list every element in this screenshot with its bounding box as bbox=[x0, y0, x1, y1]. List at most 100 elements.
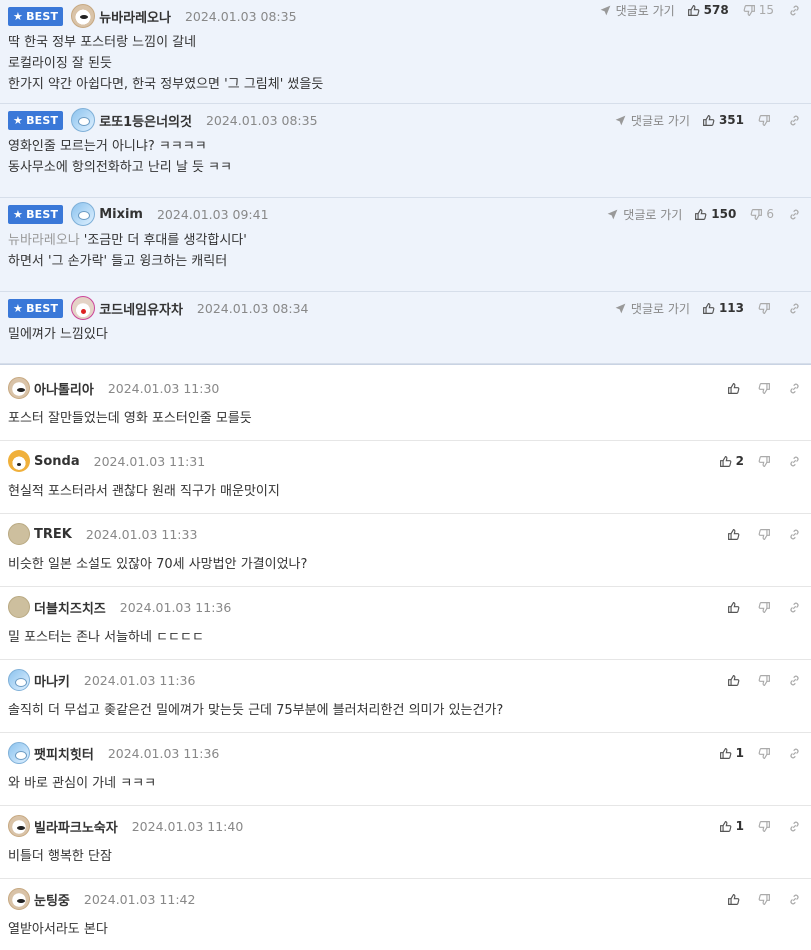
dislike-button[interactable] bbox=[758, 302, 774, 315]
send-arrow-icon bbox=[600, 5, 611, 15]
thumbs-down-icon bbox=[758, 893, 770, 905]
like-button[interactable] bbox=[727, 601, 744, 614]
nickname[interactable]: 눈팅중 bbox=[34, 890, 70, 909]
nickname[interactable]: 뉴바라레오나 bbox=[99, 7, 171, 26]
like-button[interactable]: 578 bbox=[687, 3, 729, 17]
comment-actions bbox=[727, 668, 801, 692]
like-count: 150 bbox=[711, 207, 737, 221]
comment-text: 영화인줄 모르는거 아니냐? ㅋㅋㅋㅋ bbox=[8, 139, 207, 154]
like-button[interactable] bbox=[727, 528, 744, 541]
copy-link-button[interactable] bbox=[788, 528, 801, 541]
avatar[interactable] bbox=[8, 742, 30, 764]
nickname[interactable]: 더블치즈치즈 bbox=[34, 598, 106, 617]
comment-header: TREK 2024.01.03 11:33 bbox=[8, 514, 803, 554]
dislike-button[interactable]: 6 bbox=[750, 207, 774, 221]
comment-text: 밀에껴가 느낌있다 bbox=[8, 327, 108, 342]
like-count: 2 bbox=[735, 454, 744, 468]
like-button[interactable]: 2 bbox=[719, 454, 744, 468]
timestamp: 2024.01.03 11:42 bbox=[83, 891, 196, 907]
mention-link[interactable]: 뉴바라레오나 bbox=[8, 233, 80, 248]
copy-link-button[interactable] bbox=[788, 114, 801, 127]
send-arrow-icon bbox=[615, 303, 626, 313]
goto-reply-link[interactable]: 댓글로 가기 bbox=[614, 300, 690, 317]
comment-actions bbox=[727, 376, 801, 400]
dislike-button[interactable] bbox=[758, 601, 774, 614]
goto-reply-label: 댓글로 가기 bbox=[623, 207, 683, 222]
avatar[interactable] bbox=[8, 669, 30, 691]
thumbs-up-icon bbox=[728, 674, 740, 686]
comment-text: 동사무소에 항의전화하고 난리 날 듯 ㅋㅋ bbox=[8, 160, 232, 175]
goto-reply-link[interactable]: 댓글로 가기 bbox=[614, 112, 690, 129]
avatar[interactable] bbox=[8, 377, 30, 399]
avatar[interactable] bbox=[8, 815, 30, 837]
avatar[interactable] bbox=[71, 4, 96, 28]
comment-header: 팻피치힛터 2024.01.03 11:36 bbox=[8, 733, 803, 773]
like-button[interactable]: 1 bbox=[719, 819, 744, 833]
comment-text: '조금만 더 후대를 생각합시다' bbox=[83, 233, 247, 248]
comment-body: 비슷한 일본 소설도 있잖아 70세 사망법안 가결이었나? bbox=[8, 554, 803, 583]
like-button[interactable]: 150 bbox=[694, 207, 736, 221]
comment-item: 팻피치힛터 2024.01.03 11:36 1 와 바로 관심이 가네 ㅋㅋㅋ bbox=[0, 733, 811, 806]
avatar[interactable] bbox=[71, 202, 96, 226]
copy-link-button[interactable] bbox=[788, 601, 801, 614]
like-button[interactable]: 1 bbox=[719, 746, 744, 760]
thumbs-down-icon bbox=[758, 601, 770, 613]
nickname[interactable]: 로또1등은너의것 bbox=[99, 111, 192, 130]
nickname[interactable]: 빌라파크노숙자 bbox=[34, 817, 118, 836]
comment-text: 솔직히 더 무섭고 좆같은건 밀에껴가 맞는듯 근데 75부분에 블러처리한건 … bbox=[8, 703, 504, 718]
timestamp: 2024.01.03 11:33 bbox=[85, 526, 198, 542]
copy-link-button[interactable] bbox=[788, 674, 801, 687]
thumbs-up-icon bbox=[719, 455, 732, 467]
copy-link-button[interactable] bbox=[788, 820, 801, 833]
like-button[interactable] bbox=[727, 382, 744, 395]
comment-body: 포스터 잘만들었는데 영화 포스터인줄 모를듯 bbox=[8, 408, 803, 437]
avatar[interactable] bbox=[8, 450, 30, 472]
nickname[interactable]: 팻피치힛터 bbox=[34, 744, 94, 763]
avatar[interactable] bbox=[71, 108, 96, 132]
dislike-button[interactable] bbox=[758, 747, 774, 760]
avatar[interactable] bbox=[8, 523, 30, 545]
comment-body: 현실적 포스터라서 괜찮다 원래 직구가 매운맛이지 bbox=[8, 481, 803, 510]
thumbs-up-icon bbox=[702, 302, 715, 314]
copy-link-button[interactable] bbox=[788, 4, 801, 17]
nickname[interactable]: 코드네임유자차 bbox=[99, 299, 183, 318]
goto-reply-link[interactable]: 댓글로 가기 bbox=[599, 2, 675, 19]
dislike-button[interactable] bbox=[758, 674, 774, 687]
nickname[interactable]: TREK bbox=[34, 527, 72, 542]
copy-link-button[interactable] bbox=[788, 747, 801, 760]
nickname[interactable]: 마나키 bbox=[34, 671, 70, 690]
best-badge-label: BEST bbox=[26, 301, 59, 315]
copy-link-button[interactable] bbox=[788, 893, 801, 906]
copy-link-button[interactable] bbox=[788, 302, 801, 315]
comment-line: 영화인줄 모르는거 아니냐? ㅋㅋㅋㅋ bbox=[8, 136, 803, 157]
avatar[interactable] bbox=[8, 888, 30, 910]
dislike-button[interactable] bbox=[758, 455, 774, 468]
avatar[interactable] bbox=[71, 296, 96, 320]
goto-reply-link[interactable]: 댓글로 가기 bbox=[606, 206, 682, 223]
copy-link-button[interactable] bbox=[788, 455, 801, 468]
thumbs-down-icon bbox=[750, 208, 763, 220]
like-button[interactable] bbox=[727, 674, 744, 687]
like-button[interactable]: 351 bbox=[702, 113, 744, 127]
copy-link-button[interactable] bbox=[788, 208, 801, 221]
best-comment: ★ BEST 뉴바라레오나 2024.01.03 08:35 댓글로 가기 578 15 딱 … bbox=[0, 0, 811, 104]
like-button[interactable] bbox=[727, 893, 744, 906]
thumbs-up-icon bbox=[728, 601, 740, 613]
dislike-button[interactable]: 15 bbox=[743, 3, 774, 17]
nickname[interactable]: Sonda bbox=[34, 454, 80, 469]
dislike-button[interactable] bbox=[758, 114, 774, 127]
nickname[interactable]: Mixim bbox=[99, 207, 143, 222]
nickname[interactable]: 아나톨리아 bbox=[34, 379, 94, 398]
dislike-button[interactable] bbox=[758, 893, 774, 906]
copy-link-button[interactable] bbox=[788, 382, 801, 395]
dislike-button[interactable] bbox=[758, 820, 774, 833]
comment-text: 딱 한국 정부 포스터랑 느낌이 갈네 bbox=[8, 35, 197, 50]
like-count: 1 bbox=[735, 819, 744, 833]
dislike-button[interactable] bbox=[758, 382, 774, 395]
best-badge: ★ BEST bbox=[8, 6, 64, 26]
dislike-button[interactable] bbox=[758, 528, 774, 541]
comment-list: 아나톨리아 2024.01.03 11:30 포스터 잘만들었는데 영화 포스터인줄… bbox=[0, 368, 811, 950]
avatar[interactable] bbox=[8, 596, 30, 618]
timestamp: 2024.01.03 09:41 bbox=[156, 206, 269, 222]
like-button[interactable]: 113 bbox=[702, 301, 744, 315]
